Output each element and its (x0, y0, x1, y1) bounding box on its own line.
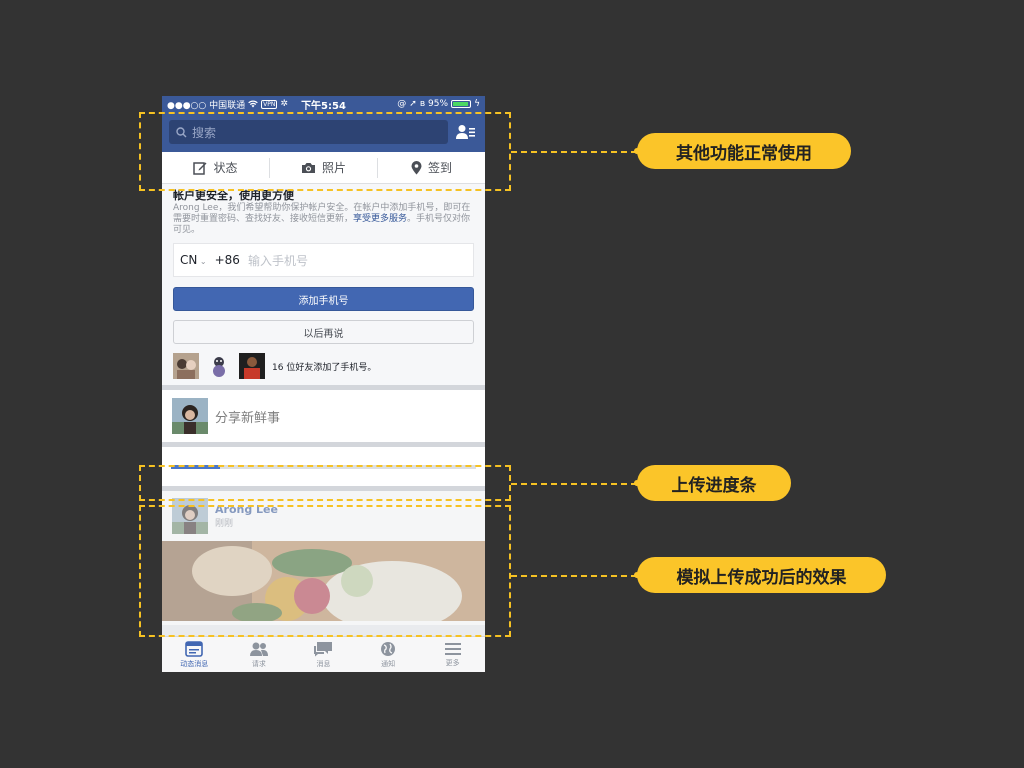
tab-news-feed[interactable]: 动态消息 (162, 637, 227, 672)
share-composer[interactable]: 分享新鲜事 (162, 390, 485, 447)
tab-messages-label: 消息 (316, 659, 331, 668)
annotation-leader-middle (511, 483, 637, 485)
messages-icon (314, 641, 333, 656)
friends-added-text: 16 位好友添加了手机号。 (272, 362, 377, 373)
bluetooth-icon: ʙ (419, 99, 426, 109)
activity-spinner-icon: ✲ (280, 99, 288, 109)
friend-requests-icon (249, 642, 268, 656)
tab-more[interactable]: 更多 (420, 637, 485, 672)
add-phone-button[interactable]: 添加手机号 (173, 287, 474, 311)
dial-code: +86 (214, 253, 240, 267)
friend-avatar-1 (173, 353, 199, 379)
account-security-card: 帐户更安全，使用更方便 Arong Lee，我们希望帮助你保护帐户安全。在帐户中… (162, 184, 485, 390)
annotation-box-bottom (139, 505, 511, 637)
chevron-down-icon: ⌄ (197, 257, 207, 266)
annotation-box-top (139, 112, 511, 191)
menu-icon (444, 642, 461, 655)
callout-upload-success: 模拟上传成功后的效果 (634, 557, 886, 593)
phone-placeholder: 输入手机号 (247, 253, 308, 268)
location-arrow-icon: ➚ (409, 99, 417, 109)
tab-requests-label: 请求 (251, 659, 266, 668)
friend-avatar-2 (206, 353, 232, 379)
battery-percent: 95% (428, 99, 449, 109)
tab-requests[interactable]: 请求 (227, 637, 292, 672)
phone-number-field[interactable]: CN ⌄ +86 输入手机号 (173, 243, 474, 277)
carrier-label: ●●●○○ 中国联通 (167, 100, 246, 111)
callout-other-features: 其他功能正常使用 (634, 133, 851, 169)
composer-placeholder: 分享新鲜事 (215, 410, 281, 426)
security-title: 帐户更安全，使用更方便 (173, 189, 294, 202)
tab-news-feed-label: 动态消息 (180, 659, 209, 668)
rotation-lock-icon: @ (397, 99, 407, 109)
vpn-badge: VPN (261, 99, 278, 109)
globe-icon (381, 641, 396, 656)
news-feed-icon (185, 640, 204, 657)
tab-messages[interactable]: 消息 (291, 637, 356, 672)
annotation-leader-top (511, 151, 637, 153)
country-selector[interactable]: CN ⌄ (180, 253, 207, 267)
annotation-box-middle (139, 465, 511, 501)
tab-notifications[interactable]: 通知 (356, 637, 421, 672)
learn-more-link[interactable]: 享受更多服务 (353, 214, 407, 224)
wifi-icon (248, 100, 258, 108)
later-button[interactable]: 以后再说 (173, 320, 474, 344)
tab-more-label: 更多 (445, 658, 460, 667)
callout-upload-progress: 上传进度条 (634, 465, 791, 501)
annotation-leader-bottom (511, 575, 637, 577)
charging-bolt-icon: ϟ (474, 99, 480, 109)
friends-added-row: 16 位好友添加了手机号。 (173, 353, 474, 379)
tab-notifications-label: 通知 (381, 659, 396, 668)
battery-icon (451, 100, 472, 108)
user-avatar (172, 398, 208, 434)
status-bar: ●●●○○ 中国联通 VPN ✲ 下午5:54 @ ➚ ʙ 95% ϟ (162, 96, 485, 112)
friend-avatar-3 (239, 353, 265, 379)
bottom-tab-bar: 动态消息 请求 消息 通知 更多 (162, 636, 485, 672)
security-description: Arong Lee，我们希望帮助你保护帐户安全。在帐户中添加手机号，即可在需要时… (173, 203, 471, 235)
